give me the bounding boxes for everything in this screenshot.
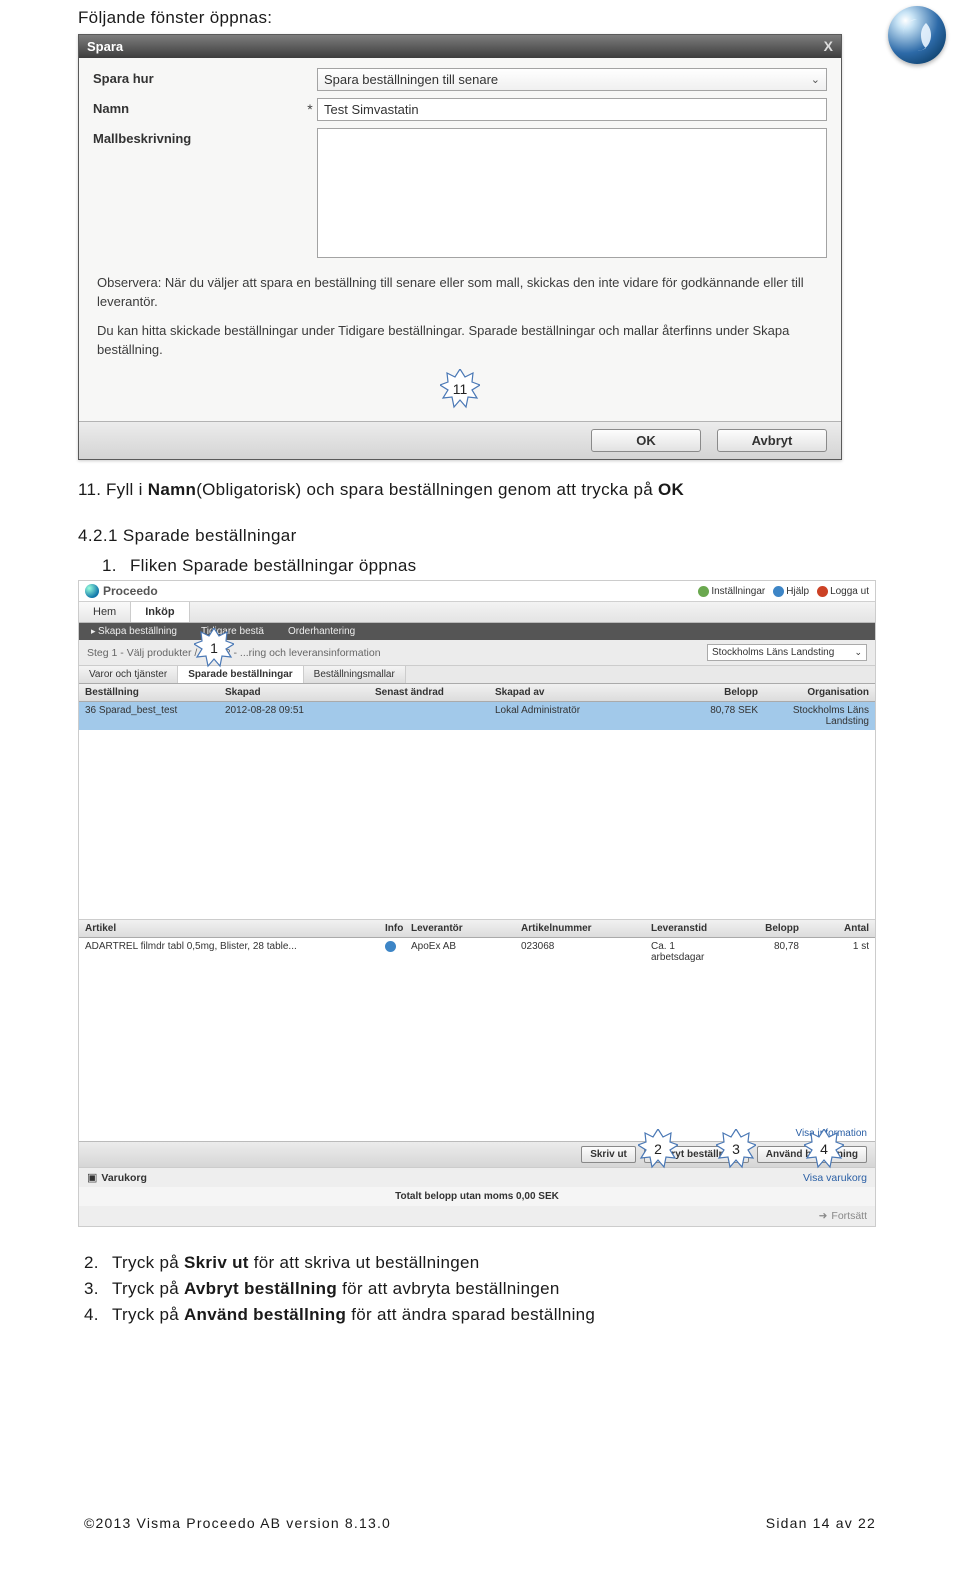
grid2-row[interactable]: ADARTREL filmdr tabl 0,5mg, Blister, 28 …	[79, 938, 875, 966]
secondary-tabs: Varor och tjänster Sparade beställningar…	[79, 666, 875, 684]
logout-link[interactable]: Logga ut	[817, 586, 869, 597]
info-icon[interactable]	[385, 941, 396, 952]
callout-11: 11	[440, 369, 480, 409]
bottom-instructions: 2.Tryck på Skriv ut för att skriva ut be…	[84, 1253, 876, 1325]
close-icon[interactable]: X	[824, 38, 833, 54]
dialog-title: Spara	[87, 39, 123, 54]
footer-right: Sidan 14 av 22	[766, 1515, 876, 1531]
chevron-down-icon: ⌄	[811, 73, 820, 86]
tab-mallar[interactable]: Beställningsmallar	[304, 666, 406, 683]
tab-inkop[interactable]: Inköp	[131, 602, 189, 622]
power-icon	[817, 586, 828, 597]
save-how-label: Spara hur	[93, 68, 303, 86]
ok-button[interactable]: OK	[591, 429, 701, 452]
help-icon	[773, 586, 784, 597]
cart-label[interactable]: ▣ Varukorg	[87, 1171, 147, 1184]
grid2-empty-area	[79, 966, 875, 1126]
page-footer: ©2013 Visma Proceedo AB version 8.13.0 S…	[78, 1515, 882, 1531]
footer-left: ©2013 Visma Proceedo AB version 8.13.0	[84, 1515, 391, 1531]
chevron-down-icon: ⌄	[854, 647, 862, 658]
tab-varor[interactable]: Varor och tjänster	[79, 666, 178, 683]
dialog-note: Observera: När du väljer att spara en be…	[97, 274, 823, 359]
main-tabs: Hem Inköp	[79, 602, 875, 623]
dialog-titlebar: Spara X	[79, 35, 841, 58]
grid1-row[interactable]: 36 Sparad_best_test 2012-08-28 09:51 Lok…	[79, 702, 875, 730]
intro-text: Följande fönster öppnas:	[78, 8, 882, 28]
show-cart-link[interactable]: Visa varukorg	[803, 1172, 867, 1184]
step-11-text: 11.Fyll i Namn(Obligatorisk) och spara b…	[78, 480, 882, 500]
name-value: Test Simvastatin	[324, 102, 419, 117]
callout-3: 3	[716, 1129, 756, 1169]
org-select[interactable]: Stockholms Läns Landsting⌄	[707, 644, 867, 661]
save-dialog: Spara X Spara hur Spara beställningen ti…	[78, 34, 842, 460]
callout-2: 2	[638, 1129, 678, 1169]
description-label: Mallbeskrivning	[93, 128, 303, 146]
name-label: Namn	[93, 98, 303, 116]
grid2-header: Artikel Info Leverantör Artikelnummer Le…	[79, 920, 875, 938]
step-1-text: 1.Fliken Sparade beställningar öppnas	[102, 556, 882, 576]
name-input[interactable]: Test Simvastatin	[317, 98, 827, 121]
gear-icon	[698, 586, 709, 597]
description-textarea[interactable]	[317, 128, 827, 258]
heading-4-2-1: 4.2.1 Sparade beställningar	[78, 526, 882, 546]
grid1-empty-area	[79, 730, 875, 920]
app-brand: Proceedo	[85, 584, 158, 598]
cart-icon: ▣	[87, 1171, 97, 1184]
help-link[interactable]: Hjälp	[773, 586, 809, 597]
proceedo-app: Proceedo Inställningar Hjälp Logga ut He…	[78, 580, 876, 1227]
tab-sparade[interactable]: Sparade beställningar	[178, 666, 303, 683]
required-asterisk: *	[303, 98, 317, 117]
globe-icon	[85, 584, 99, 598]
nav-skapa[interactable]: Skapa beställning	[79, 623, 189, 640]
nav-order[interactable]: Orderhantering	[276, 623, 367, 640]
settings-link[interactable]: Inställningar	[698, 586, 765, 597]
tab-hem[interactable]: Hem	[79, 602, 131, 622]
cancel-button[interactable]: Avbryt	[717, 429, 827, 452]
save-how-value: Spara beställningen till senare	[324, 72, 498, 87]
save-how-select[interactable]: Spara beställningen till senare ⌄	[317, 68, 827, 91]
callout-4: 4	[804, 1129, 844, 1169]
arrow-right-icon: ➜	[819, 1210, 828, 1222]
callout-1: 1	[194, 628, 234, 668]
grid1-header: Beställning Skapad Senast ändrad Skapad …	[79, 684, 875, 702]
total-bar: Totalt belopp utan moms 0,00 SEK	[79, 1187, 875, 1206]
print-button[interactable]: Skriv ut	[581, 1146, 636, 1163]
continue-button[interactable]: Fortsätt	[831, 1210, 867, 1222]
